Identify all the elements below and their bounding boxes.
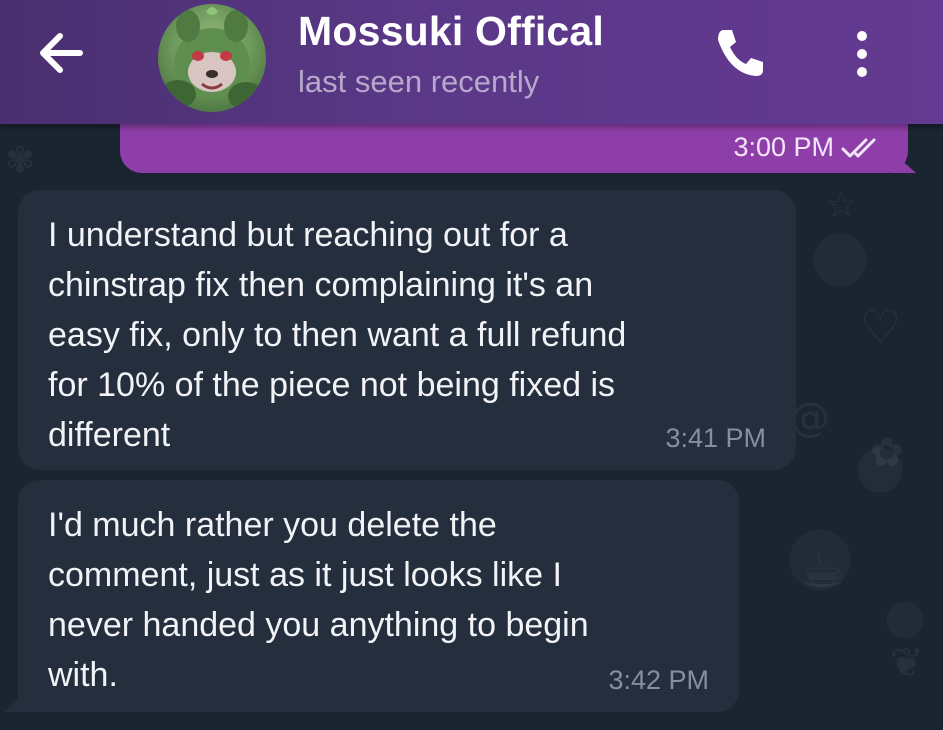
incoming-message[interactable]: I understand but reaching out for a chin… xyxy=(18,190,796,470)
message-line: different xyxy=(48,416,171,454)
doodle-swirl-icon: @ xyxy=(790,395,830,441)
arrow-left-icon xyxy=(40,33,83,73)
message-line: easy fix, only to then want a full refun… xyxy=(48,316,627,354)
message-line: with. xyxy=(48,656,118,694)
message-time: 3:00 PM xyxy=(733,132,834,162)
doodle-paw-icon: ✿ xyxy=(870,430,904,476)
avatar-image xyxy=(160,7,264,110)
message-text: I'd much rather you delete the comment, … xyxy=(48,500,589,700)
call-button[interactable] xyxy=(708,22,770,84)
message-time: 3:42 PM xyxy=(608,665,709,695)
message-line: comment, just as it just looks like I xyxy=(48,556,562,594)
message-time: 3:41 PM xyxy=(665,423,766,453)
message-meta: 3:00 PM xyxy=(733,132,882,163)
message-line: chinstrap fix then complaining it's an xyxy=(48,266,594,304)
chat-title[interactable]: Mossuki Offical xyxy=(298,8,604,55)
message-line: I'd much rather you delete the xyxy=(48,506,497,544)
message-line: for 10% of the piece not being fixed is xyxy=(48,366,616,404)
chat-header: Mossuki Offical last seen recently xyxy=(0,0,943,124)
incoming-message[interactable]: I'd much rather you delete the comment, … xyxy=(18,480,739,712)
avatar[interactable] xyxy=(158,4,266,112)
back-button[interactable] xyxy=(30,28,90,78)
phone-icon xyxy=(718,30,763,76)
doodle-cup-icon: ☕ xyxy=(800,540,847,600)
doodle-star-icon: ☆ xyxy=(825,185,858,226)
last-seen-status: last seen recently xyxy=(298,64,540,99)
message-line: I understand but reaching out for a xyxy=(48,216,568,254)
doodle-leaf-icon: ❦ xyxy=(890,640,924,686)
more-vertical-icon xyxy=(857,31,867,77)
doodle-heart-icon: ♡ xyxy=(860,300,902,354)
more-menu-button[interactable] xyxy=(842,24,882,84)
doodle-flower-icon: ✾ xyxy=(5,140,36,181)
message-text: I understand but reaching out for a chin… xyxy=(48,210,626,460)
double-check-icon xyxy=(841,138,876,157)
message-line: never handed you anything to begin xyxy=(48,606,589,644)
